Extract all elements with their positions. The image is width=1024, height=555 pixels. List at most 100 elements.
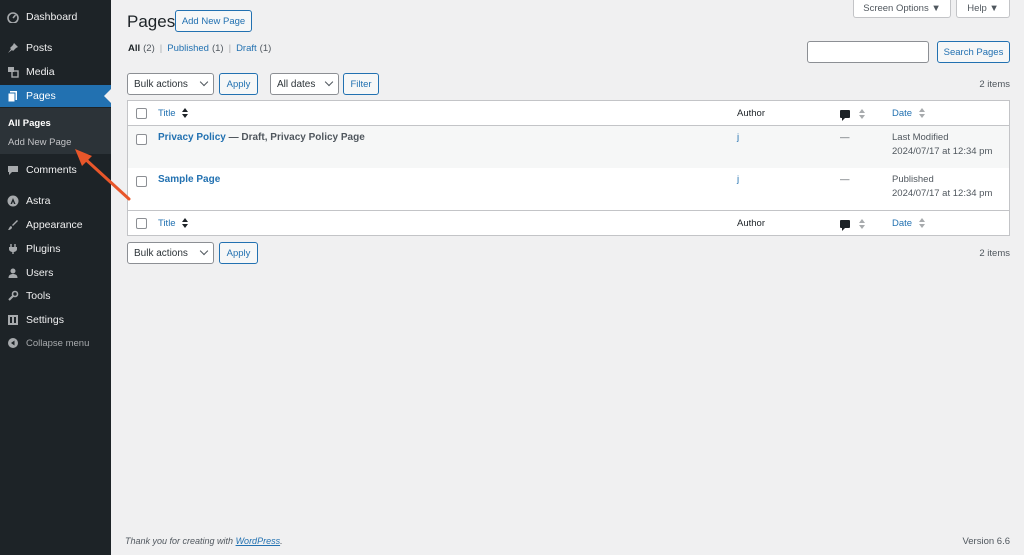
table-row: Privacy Policy — Draft, Privacy Policy P…: [128, 126, 1009, 168]
pages-table: Title Author Date Privacy Policy — Draft…: [127, 100, 1010, 236]
wordpress-link[interactable]: WordPress: [236, 536, 281, 546]
collapse-icon: [6, 336, 20, 350]
title-column-header[interactable]: Title: [158, 108, 189, 119]
table-header: Title Author Date: [128, 101, 1009, 126]
wrench-icon: [6, 289, 20, 303]
bulk-actions-select-bottom[interactable]: Bulk actions: [127, 242, 214, 264]
dates-select[interactable]: All dates: [270, 73, 339, 95]
sidebar-item-label: Media: [26, 66, 55, 78]
filter-published-count: (1): [211, 43, 224, 54]
comments-column-icon[interactable]: [840, 110, 850, 121]
search-pages-button[interactable]: Search Pages: [937, 41, 1010, 63]
date-column-label: Date: [892, 218, 913, 229]
admin-sidebar: Dashboard Posts Media Pages All Pages Ad…: [0, 0, 111, 555]
apply-button-bottom[interactable]: Apply: [219, 242, 258, 264]
add-new-page-button[interactable]: Add New Page: [175, 10, 252, 32]
user-icon: [6, 266, 20, 280]
chevron-down-icon: [199, 77, 209, 87]
sidebar-item-plugins[interactable]: Plugins: [0, 238, 111, 260]
title-column-footer[interactable]: Title: [158, 218, 189, 229]
sidebar-item-media[interactable]: Media: [0, 61, 111, 83]
items-count-bottom: 2 items: [979, 248, 1010, 259]
dates-label: All dates: [277, 78, 316, 90]
row-date-value: 2024/07/17 at 12:34 pm: [892, 146, 993, 157]
sidebar-item-label: Pages: [26, 90, 56, 102]
date-column-header[interactable]: Date: [892, 108, 925, 119]
pages-icon: [6, 89, 20, 103]
chevron-down-icon: [199, 246, 209, 256]
sidebar-item-appearance[interactable]: Appearance: [0, 214, 111, 236]
sidebar-item-label: Dashboard: [26, 11, 78, 23]
sidebar-item-label: Tools: [26, 290, 51, 302]
media-icon: [6, 65, 20, 79]
sidebar-item-comments[interactable]: Comments: [0, 159, 111, 181]
date-column-label: Date: [892, 108, 913, 119]
pin-icon: [6, 41, 20, 55]
screen-options-button[interactable]: Screen Options ▼: [853, 0, 951, 18]
date-column-footer[interactable]: Date: [892, 218, 925, 229]
sort-icon: [859, 219, 865, 229]
sidebar-item-astra[interactable]: Astra: [0, 190, 111, 212]
sidebar-item-label: Plugins: [26, 243, 61, 255]
bulk-actions-label: Bulk actions: [134, 78, 188, 90]
row-checkbox[interactable]: [136, 176, 147, 187]
sidebar-item-label: Settings: [26, 314, 64, 326]
filter-button[interactable]: Filter: [343, 73, 379, 95]
filter-all-link[interactable]: All: [128, 43, 140, 54]
pages-submenu: All Pages Add New Page: [0, 108, 111, 154]
sidebar-item-settings[interactable]: Settings: [0, 309, 111, 331]
select-all-checkbox[interactable]: [136, 108, 147, 119]
table-footer: Title Author Date: [128, 210, 1009, 235]
sidebar-item-label: Users: [26, 267, 54, 279]
help-button[interactable]: Help ▼: [956, 0, 1010, 18]
sidebar-item-posts[interactable]: Posts: [0, 37, 111, 59]
row-post-state: — Draft, Privacy Policy Page: [225, 132, 365, 143]
sort-icon: [918, 108, 925, 119]
row-author-link[interactable]: j: [737, 132, 739, 143]
apply-button-top[interactable]: Apply: [219, 73, 258, 95]
bulk-actions-select-top[interactable]: Bulk actions: [127, 73, 214, 95]
comments-column-icon[interactable]: [840, 220, 850, 231]
row-title-link[interactable]: Privacy Policy: [158, 132, 226, 143]
filter-draft-link[interactable]: Draft: [236, 43, 257, 54]
row-date-cell: Published 2024/07/17 at 12:34 pm: [892, 173, 992, 201]
sort-icon: [182, 218, 189, 229]
row-title-link[interactable]: Sample Page: [158, 174, 220, 185]
footer-period: .: [280, 536, 283, 546]
row-checkbox[interactable]: [136, 134, 147, 145]
collapse-menu-button[interactable]: Collapse menu: [0, 332, 111, 354]
version-text: Version 6.6: [962, 536, 1010, 547]
search-input[interactable]: [807, 41, 929, 63]
submenu-add-new-page[interactable]: Add New Page: [8, 137, 71, 148]
row-comments: —: [840, 174, 850, 185]
author-column-footer: Author: [737, 218, 765, 229]
submenu-all-pages[interactable]: All Pages: [8, 118, 51, 129]
row-date-status: Published: [892, 174, 934, 185]
row-date-cell: Last Modified 2024/07/17 at 12:34 pm: [892, 131, 992, 159]
sidebar-item-tools[interactable]: Tools: [0, 285, 111, 307]
items-count-top: 2 items: [979, 79, 1010, 90]
filter-all-count: (2): [143, 43, 155, 54]
settings-icon: [6, 313, 20, 327]
sort-icon: [182, 108, 189, 119]
separator: |: [228, 43, 232, 54]
select-all-checkbox-bottom[interactable]: [136, 218, 147, 229]
row-date-status: Last Modified: [892, 132, 949, 143]
title-column-label: Title: [158, 218, 176, 229]
sidebar-item-dashboard[interactable]: Dashboard: [0, 6, 111, 28]
sort-icon: [859, 109, 865, 119]
sidebar-item-users[interactable]: Users: [0, 262, 111, 284]
row-author-link[interactable]: j: [737, 174, 739, 185]
footer-thanks-text: Thank you for creating with: [125, 536, 236, 546]
chevron-down-icon: [324, 77, 334, 87]
brush-icon: [6, 218, 20, 232]
comment-icon: [6, 163, 20, 177]
row-title-cell: Sample Page: [158, 174, 220, 185]
row-title-cell: Privacy Policy — Draft, Privacy Policy P…: [158, 132, 365, 143]
sidebar-item-label: Astra: [26, 195, 51, 207]
sidebar-item-pages[interactable]: Pages: [0, 85, 111, 107]
sidebar-item-label: Appearance: [26, 219, 83, 231]
footer-thanks: Thank you for creating with WordPress.: [125, 536, 283, 546]
astra-icon: [6, 194, 20, 208]
filter-published-link[interactable]: Published: [167, 43, 209, 54]
